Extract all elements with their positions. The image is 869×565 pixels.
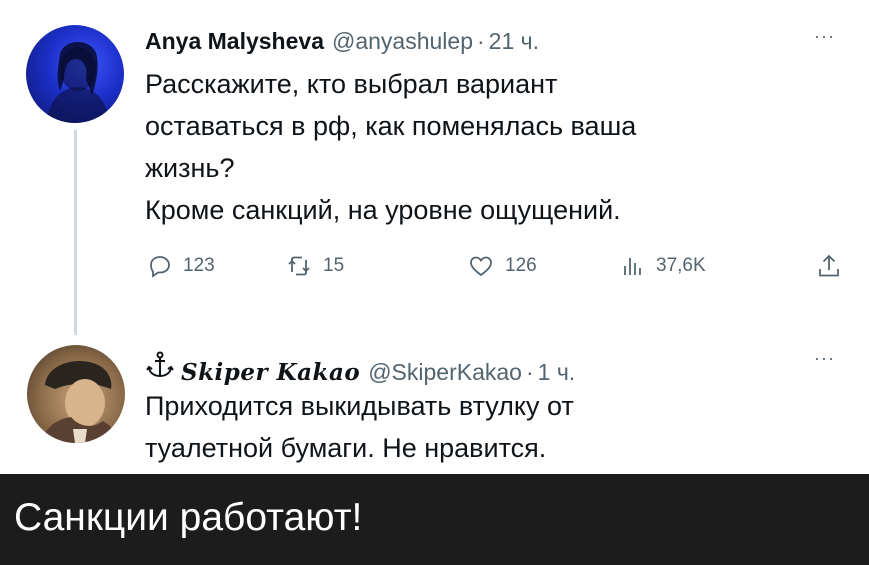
caption-bar: Санкции работают!: [0, 474, 869, 565]
retweet-count: 15: [323, 255, 345, 276]
views-count: 37,6K: [656, 255, 706, 276]
heart-icon: [470, 256, 492, 277]
separator-dot: ·: [476, 28, 485, 54]
avatar-photo: [41, 361, 121, 443]
meme-caption: Санкции работают!: [14, 496, 363, 539]
author-name[interactable]: Skiper Kakao: [181, 359, 360, 386]
tweet-text-line: туалетной бумаги. Не нравится.: [145, 433, 547, 463]
tweet-reply[interactable]: Skiper Kakao @SkiperKakao · 1 ч. ··· При…: [0, 330, 869, 474]
tweet-original[interactable]: Anya Malysheva @anyashulep · 21 ч. ··· Р…: [0, 0, 869, 335]
tweet-text-line: оставаться в рф, как поменялась ваша: [145, 111, 637, 141]
tweet-header: Anya Malysheva @anyashulep · 21 ч.: [145, 28, 539, 55]
author-handle[interactable]: @SkiperKakao: [368, 359, 522, 386]
tweet-text: Приходится выкидывать втулку от туалетно…: [145, 385, 795, 469]
timestamp[interactable]: 21 ч.: [489, 28, 539, 55]
like-button[interactable]: 126: [467, 252, 537, 280]
views-icon: [624, 258, 641, 275]
anchor-icon: [146, 351, 174, 378]
tweet-text-line: Кроме санкций, на уровне ощущений.: [145, 195, 621, 225]
tweet-text: Расскажите, кто выбрал вариант оставатьс…: [145, 63, 795, 231]
author-handle[interactable]: @anyashulep: [332, 28, 473, 55]
avatar[interactable]: [27, 345, 125, 443]
reply-count: 123: [183, 255, 215, 276]
more-options-icon[interactable]: ···: [814, 348, 835, 369]
tweet-screenshot: Anya Malysheva @anyashulep · 21 ч. ··· Р…: [0, 0, 869, 474]
reply-icon: [150, 256, 170, 278]
tweet-text-line: Расскажите, кто выбрал вариант: [145, 69, 558, 99]
more-options-icon[interactable]: ···: [814, 26, 835, 47]
views-button[interactable]: 37,6K: [618, 252, 706, 280]
thread-connector-line: [74, 130, 77, 335]
tweet-actions: 123 15 126 37,6K: [145, 252, 845, 288]
tweet-text-line: жизнь?: [145, 153, 235, 183]
tweet-text-line: Приходится выкидывать втулку от: [145, 391, 574, 421]
timestamp[interactable]: 1 ч.: [538, 359, 576, 386]
tweet-header: Skiper Kakao @SkiperKakao · 1 ч.: [145, 350, 575, 386]
separator-dot: ·: [525, 359, 534, 385]
retweet-icon: [288, 256, 310, 276]
retweet-button[interactable]: 15: [285, 252, 344, 280]
author-name[interactable]: Anya Malysheva: [145, 28, 324, 55]
avatar-photo: [46, 41, 110, 123]
avatar[interactable]: [26, 25, 124, 123]
share-button[interactable]: [815, 252, 853, 280]
like-count: 126: [505, 255, 537, 276]
share-icon: [819, 254, 839, 277]
reply-button[interactable]: 123: [145, 252, 215, 280]
